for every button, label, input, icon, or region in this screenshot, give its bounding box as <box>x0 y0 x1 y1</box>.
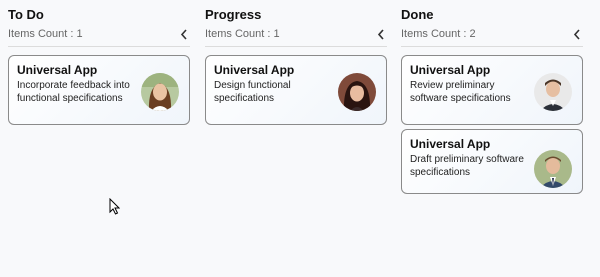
chevron-left-icon[interactable] <box>571 27 583 41</box>
avatar <box>534 150 572 188</box>
card-description: Draft preliminary software specification… <box>410 154 524 178</box>
column-divider <box>401 46 583 47</box>
card-title: Universal App <box>410 63 491 77</box>
column-items-count: Items Count : 2 <box>401 28 476 40</box>
column-divider <box>205 46 387 47</box>
kanban-board: To Do Items Count : 1 Universal App Inco… <box>0 0 600 277</box>
mouse-pointer-icon <box>109 197 121 215</box>
avatar <box>534 73 572 111</box>
column-title: Progress <box>205 7 262 22</box>
chevron-left-icon[interactable] <box>178 27 190 41</box>
column-divider <box>8 46 190 47</box>
kanban-card[interactable]: Universal App Review preliminary softwar… <box>401 55 583 125</box>
kanban-card[interactable]: Universal App Draft preliminary software… <box>401 129 583 194</box>
avatar <box>141 73 179 111</box>
card-title: Universal App <box>214 63 295 77</box>
avatar <box>338 73 376 111</box>
chevron-left-icon[interactable] <box>375 27 387 41</box>
kanban-card[interactable]: Universal App Incorporate feedback into … <box>8 55 190 125</box>
card-description: Review preliminary software specificatio… <box>410 80 511 104</box>
card-title: Universal App <box>410 137 491 151</box>
column-title: To Do <box>8 7 44 22</box>
column-items-count: Items Count : 1 <box>205 28 280 40</box>
kanban-card[interactable]: Universal App Design functional specific… <box>205 55 387 125</box>
column-title: Done <box>401 7 434 22</box>
card-title: Universal App <box>17 63 98 77</box>
card-description: Design functional specifications <box>214 80 291 104</box>
column-items-count: Items Count : 1 <box>8 28 83 40</box>
card-description: Incorporate feedback into functional spe… <box>17 80 130 104</box>
